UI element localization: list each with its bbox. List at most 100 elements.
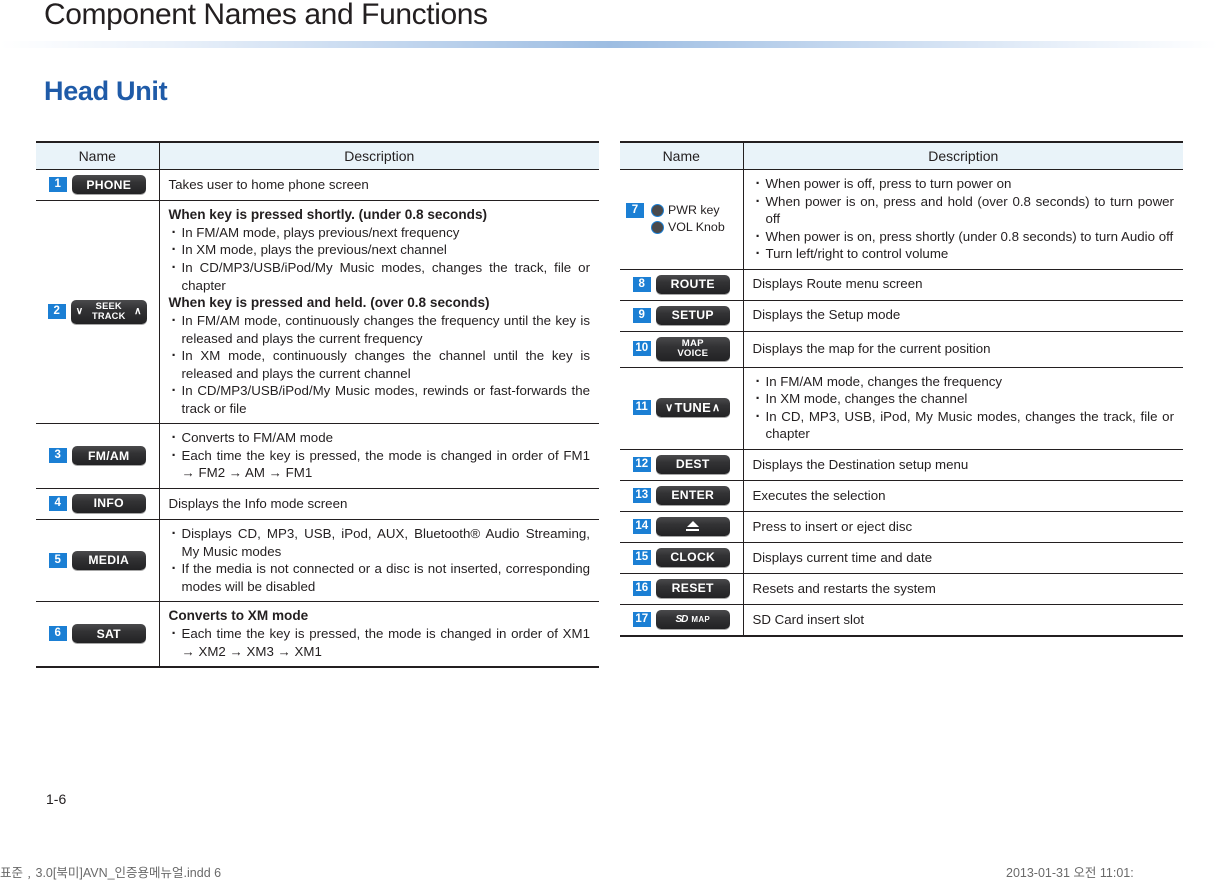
vol-knob[interactable]: VOL Knob <box>651 220 725 234</box>
description-text: Press to insert or eject disc <box>752 518 913 534</box>
list-item: If the media is not connected or a disc … <box>169 559 590 595</box>
media-key[interactable]: MEDIA <box>71 550 146 570</box>
name-cell: 4 INFO <box>36 488 160 520</box>
pwr-key[interactable]: PWR key <box>651 203 725 217</box>
dest-key[interactable]: DEST <box>655 454 730 474</box>
fm-am-key[interactable]: FM/AM <box>71 446 146 466</box>
table-header-row: Name Description <box>620 141 1183 170</box>
list-item: Converts to FM/AM mode <box>169 428 591 447</box>
item-number-badge: 5 <box>48 552 67 568</box>
table-row: 10 MAP VOICE Displays the map for the cu… <box>620 331 1183 368</box>
description-cell: Displays current time and date <box>743 542 1183 574</box>
table-row: 12 DEST Displays the Destination setup m… <box>620 449 1183 481</box>
footer-timestamp: 2013-01-31 오전 11:01: <box>1006 866 1134 880</box>
item-number-badge: 3 <box>48 448 67 464</box>
description-bullet-list: In FM/AM mode, continuously changes the … <box>169 311 590 417</box>
sat-key[interactable]: SAT <box>71 624 146 644</box>
name-cell: 9 SETUP <box>620 300 744 332</box>
list-item: In XM mode, plays the previous/next chan… <box>169 241 591 260</box>
map-voice-key[interactable]: MAP VOICE <box>655 336 730 361</box>
list-item: In FM/AM mode, changes the frequency <box>753 372 1175 391</box>
pwr-key-label: PWR key <box>668 203 720 218</box>
description-heading: Converts to XM mode <box>168 608 309 624</box>
description-text: Displays the Setup mode <box>752 307 901 323</box>
voice-label: VOICE <box>677 347 709 359</box>
table-row: 5 MEDIA Displays CD, MP3, USB, iPod, AUX… <box>36 519 599 603</box>
setup-key[interactable]: SETUP <box>655 305 730 325</box>
info-key[interactable]: INFO <box>71 493 146 513</box>
column-header-description: Description <box>743 141 1183 170</box>
description-text: Displays the Info mode screen <box>168 495 348 511</box>
sd-card-slot[interactable]: SD MAP <box>655 609 730 629</box>
description-cell: Displays CD, MP3, USB, iPod, AUX, Blueto… <box>159 519 599 603</box>
route-key[interactable]: ROUTE <box>655 274 730 294</box>
item-number-badge: 15 <box>632 549 651 565</box>
table-row: 1 PHONE Takes user to home phone screen <box>36 169 599 201</box>
list-item: In CD, MP3, USB, iPod, My Music modes, c… <box>753 407 1174 443</box>
item-number-badge: 16 <box>632 580 651 596</box>
list-item: Each time the key is pressed, the mode i… <box>169 624 590 660</box>
list-item: In CD/MP3/USB/iPod/My Music modes, chang… <box>169 258 590 294</box>
description-cell: When power is off, press to turn power o… <box>743 169 1183 270</box>
page-title: Component Names and Functions <box>44 0 488 31</box>
table-row: 15 CLOCK Displays current time and date <box>620 542 1183 574</box>
description-text: Displays the map for the current positio… <box>752 340 991 356</box>
enter-key[interactable]: ENTER <box>655 485 730 505</box>
column-header-name: Name <box>36 141 160 170</box>
table-row: 3 FM/AM Converts to FM/AM mode Each time… <box>36 423 599 489</box>
description-bullet-list: When power is off, press to turn power o… <box>753 174 1175 263</box>
name-cell: 12 DEST <box>620 449 744 481</box>
list-item: When power is on, press and hold (over 0… <box>753 192 1174 228</box>
power-knob-icon <box>651 203 664 217</box>
chevron-up-icon: ∧ <box>134 306 142 318</box>
item-number-badge: 17 <box>632 611 651 627</box>
chevron-down-icon: ∨ <box>75 306 84 318</box>
table-row: 2 ∨ SEEK TRACK ∧ When key is pressed sho… <box>36 200 599 425</box>
head-unit-table-right: Name Description 7 PWR key VOL Knob · Wh… <box>620 141 1183 637</box>
head-unit-table-left: Name Description 1 PHONE Takes user to h… <box>36 141 599 669</box>
phone-key[interactable]: PHONE <box>71 175 146 194</box>
eject-key[interactable] <box>655 516 730 536</box>
table-row: 9 SETUP Displays the Setup mode <box>620 300 1183 332</box>
item-number-badge: 7 <box>626 203 644 219</box>
description-text: Executes the selection <box>752 487 886 503</box>
description-cell: Displays the Info mode screen <box>159 488 599 520</box>
name-cell: 7 PWR key VOL Knob <box>620 169 744 270</box>
description-cell: Converts to XM mode Each time the key is… <box>159 601 599 669</box>
item-number-badge: 6 <box>48 626 67 642</box>
name-cell: 16 RESET <box>620 573 744 605</box>
list-item: Turn left/right to control volume <box>753 244 1175 263</box>
table-row: 8 ROUTE Displays Route menu screen <box>620 269 1183 301</box>
description-cell: Displays the Destination setup menu <box>743 449 1183 481</box>
seek-track-key[interactable]: ∨ SEEK TRACK ∧ <box>70 299 147 324</box>
name-cell: 11 ∨ TUNE ∧ <box>620 367 744 450</box>
clock-key[interactable]: CLOCK <box>655 547 730 567</box>
description-text: Displays Route menu screen <box>752 276 923 292</box>
name-cell: 15 CLOCK <box>620 542 744 574</box>
description-bullet-list: In FM/AM mode, plays previous/next frequ… <box>169 223 591 294</box>
tune-key[interactable]: ∨ TUNE ∧ <box>655 398 730 418</box>
table-row: 14 Press to insert or eject disc <box>620 511 1183 543</box>
chevron-up-icon: ∧ <box>712 402 721 415</box>
reset-key[interactable]: RESET <box>655 578 730 598</box>
eject-icon <box>686 521 700 532</box>
description-heading: When key is pressed and held. (over 0.8 … <box>168 295 490 311</box>
list-item: In FM/AM mode, plays previous/next frequ… <box>169 223 591 242</box>
table-row: 17 SD MAP SD Card insert slot <box>620 604 1183 637</box>
item-number-badge: 14 <box>632 518 651 534</box>
name-cell: 6 SAT <box>36 601 160 669</box>
description-bullet-list: Each time the key is pressed, the mode i… <box>169 624 590 660</box>
description-cell: Takes user to home phone screen <box>159 169 599 201</box>
table-row: 4 INFO Displays the Info mode screen <box>36 488 599 520</box>
description-cell: Resets and restarts the system <box>743 573 1183 605</box>
description-bullet-list: In FM/AM mode, changes the frequency In … <box>753 372 1175 443</box>
list-item: When power is on, press shortly (under 0… <box>753 227 1175 246</box>
chevron-down-icon: ∨ <box>665 402 674 415</box>
sd-map-label: MAP <box>691 614 711 624</box>
vol-knob-label: VOL Knob <box>668 220 725 235</box>
table-row: 16 RESET Resets and restarts the system <box>620 573 1183 605</box>
section-title: Head Unit <box>44 76 168 106</box>
description-cell: Converts to FM/AM mode Each time the key… <box>159 423 599 489</box>
description-cell: Executes the selection <box>743 480 1183 512</box>
description-cell: When key is pressed shortly. (under 0.8 … <box>159 200 599 425</box>
